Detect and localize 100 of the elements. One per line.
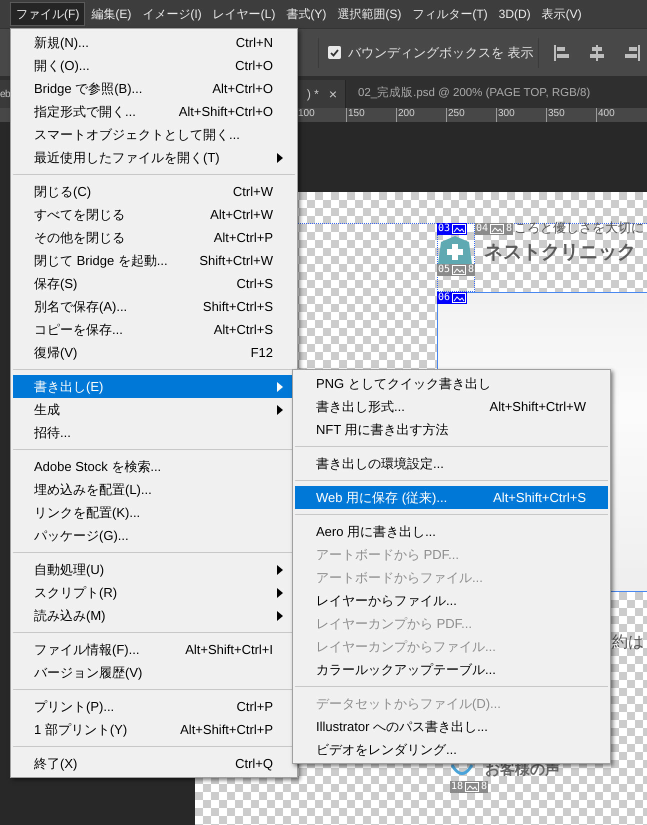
- document-tab[interactable]: 02_完成版.psd @ 200% (PAGE TOP, RGB/8): [346, 80, 647, 108]
- slice-number: 05: [438, 264, 450, 276]
- menu-bar-item[interactable]: 選択範囲(S): [332, 2, 406, 26]
- menu-item[interactable]: 読み込み(M): [13, 604, 295, 627]
- menu-item[interactable]: NFT 用に書き出す方法: [295, 418, 608, 441]
- menu-item[interactable]: 生成: [13, 398, 295, 421]
- tab-label: ) *: [306, 86, 319, 103]
- menu-item[interactable]: スマートオブジェクトとして開く...: [13, 123, 295, 146]
- shortcut-text: Ctrl+P: [236, 698, 274, 716]
- menu-bar-item[interactable]: 編集(E): [86, 2, 136, 26]
- ruler-number: 100: [298, 108, 315, 119]
- menu-bar-item[interactable]: 3D(D): [494, 2, 536, 26]
- menu-item[interactable]: 開く(O)... Ctrl+O: [13, 54, 295, 77]
- ruler-number: 250: [448, 108, 465, 119]
- slice-number: 04: [476, 223, 488, 235]
- shortcut-text: Shift+Ctrl+W: [199, 252, 274, 270]
- ruler-number: 350: [548, 108, 565, 119]
- shortcut-text: Alt+Ctrl+W: [210, 206, 274, 224]
- shortcut-text: Ctrl+Q: [235, 754, 274, 773]
- image-icon: [465, 782, 480, 792]
- menu-item[interactable]: 埋め込みを配置(L)...: [13, 478, 295, 501]
- image-icon: [490, 224, 504, 234]
- menu-item[interactable]: 終了(X) Ctrl+Q: [13, 752, 295, 775]
- align-icon[interactable]: [553, 44, 571, 62]
- shortcut-text: F12: [250, 344, 274, 362]
- menu-item[interactable]: 新規(N)... Ctrl+N: [13, 31, 295, 54]
- menu-item[interactable]: 保存(S) Ctrl+S: [13, 272, 295, 295]
- cross-logo-icon: [438, 236, 472, 264]
- menu-item[interactable]: バージョン履歴(V): [13, 661, 295, 684]
- menu-item[interactable]: 別名で保存(A)... Shift+Ctrl+S: [13, 295, 295, 318]
- image-icon: [452, 224, 466, 234]
- menu-item[interactable]: プリント(P)... Ctrl+P: [13, 695, 295, 718]
- shortcut-text: Ctrl+O: [235, 56, 274, 75]
- shortcut-text: Alt+Shift+Ctrl+P: [180, 720, 274, 739]
- menu-item[interactable]: Web 用に保存 (従来)... Alt+Shift+Ctrl+S: [295, 486, 608, 509]
- clinic-name: ネストクリニック: [484, 242, 636, 264]
- menu-item[interactable]: すべてを閉じる Alt+Ctrl+W: [13, 203, 295, 226]
- menu-bar-item[interactable]: フィルター(T): [407, 2, 493, 26]
- menu-item[interactable]: PNG としてクイック書き出し: [295, 372, 608, 395]
- menu-item[interactable]: 1 部プリント(Y) Alt+Shift+Ctrl+P: [13, 718, 295, 741]
- slice-suffix: 8: [506, 223, 512, 235]
- image-icon: [452, 265, 466, 275]
- shortcut-text: Alt+Shift+Ctrl+I: [185, 640, 274, 659]
- shortcut-text: Shift+Ctrl+S: [202, 298, 274, 316]
- slice-suffix: 8: [468, 264, 474, 276]
- shortcut-text: Alt+Shift+Ctrl+O: [178, 102, 274, 121]
- slice-number: 06: [438, 292, 450, 304]
- ruler-number: 150: [348, 108, 365, 119]
- shortcut-text: Alt+Shift+Ctrl+S: [493, 488, 587, 507]
- menu-item[interactable]: 招待...: [13, 421, 295, 444]
- menu-item[interactable]: 自動処理(U): [13, 558, 295, 581]
- ruler-number: 300: [498, 108, 515, 119]
- tagline-text: ころと優しさを大切に: [514, 221, 644, 235]
- shortcut-text: Ctrl+S: [236, 274, 274, 293]
- menu-bar-item[interactable]: レイヤー(L): [208, 2, 280, 26]
- ruler-number: 400: [598, 108, 615, 119]
- menu-bar-item[interactable]: 表示(V): [536, 2, 587, 26]
- menu-item[interactable]: 書き出し(E): [13, 375, 295, 398]
- menu-item[interactable]: その他を閉じる Alt+Ctrl+P: [13, 226, 295, 249]
- menu-item[interactable]: 書き出し形式... Alt+Shift+Ctrl+W: [295, 395, 608, 418]
- slice-suffix: 8: [481, 781, 488, 793]
- menu-item[interactable]: レイヤーからファイル...: [295, 589, 608, 612]
- menu-item[interactable]: 閉じる(C) Ctrl+W: [13, 180, 295, 203]
- menu-item[interactable]: スクリプト(R): [13, 581, 295, 604]
- menu-item[interactable]: ファイル情報(F)... Alt+Shift+Ctrl+I: [13, 638, 295, 661]
- align-icon[interactable]: [588, 44, 606, 62]
- menu-item[interactable]: Aero 用に書き出し...: [295, 520, 608, 543]
- ruler-number: 200: [398, 108, 415, 119]
- menu-item[interactable]: リンクを配置(K)...: [13, 501, 295, 524]
- menu-item[interactable]: 最近使用したファイルを開く(T): [13, 146, 295, 169]
- slice-number: 18: [451, 781, 464, 793]
- menu-item[interactable]: パッケージ(G)...: [13, 524, 295, 547]
- menu-bar-item[interactable]: 書式(Y): [281, 2, 332, 26]
- checkbox-label: バウンディングボックスを 表示: [348, 44, 534, 62]
- menu-item[interactable]: ビデオをレンダリング...: [295, 738, 608, 761]
- reservation-text: 約は: [612, 633, 644, 653]
- shortcut-text: Ctrl+N: [236, 34, 274, 52]
- checkbox[interactable]: [328, 46, 341, 59]
- menu-item[interactable]: Illustrator へのパス書き出し...: [295, 715, 608, 738]
- image-icon: [452, 293, 466, 303]
- menu-item[interactable]: Bridge で参照(B)... Alt+Ctrl+O: [13, 77, 295, 100]
- menu-bar-item[interactable]: ファイル(F): [10, 2, 86, 26]
- shortcut-text: Alt+Ctrl+S: [214, 320, 274, 339]
- checkmark-icon: [330, 48, 339, 56]
- shortcut-text: Alt+Ctrl+P: [214, 228, 274, 247]
- shortcut-text: Alt+Shift+Ctrl+W: [490, 398, 587, 416]
- slice-number: 03: [438, 223, 450, 235]
- shortcut-text: Ctrl+W: [232, 182, 274, 201]
- tab-label: eb: [0, 88, 10, 102]
- align-icon[interactable]: [623, 44, 641, 62]
- menu-item[interactable]: Adobe Stock を検索...: [13, 455, 295, 478]
- menu-item[interactable]: カラールックアップテーブル...: [295, 658, 608, 681]
- menu-item[interactable]: 指定形式で開く... Alt+Shift+Ctrl+O: [13, 100, 295, 123]
- menu-item[interactable]: コピーを保存... Alt+Ctrl+S: [13, 318, 295, 341]
- menu-bar-item[interactable]: イメージ(I): [137, 2, 207, 26]
- menu-item[interactable]: 閉じて Bridge を起動... Shift+Ctrl+W: [13, 249, 295, 272]
- shortcut-text: Alt+Ctrl+O: [212, 80, 274, 98]
- close-icon[interactable]: ×: [328, 84, 337, 104]
- menu-item[interactable]: 書き出しの環境設定...: [295, 452, 608, 475]
- menu-item[interactable]: 復帰(V) F12: [13, 341, 295, 364]
